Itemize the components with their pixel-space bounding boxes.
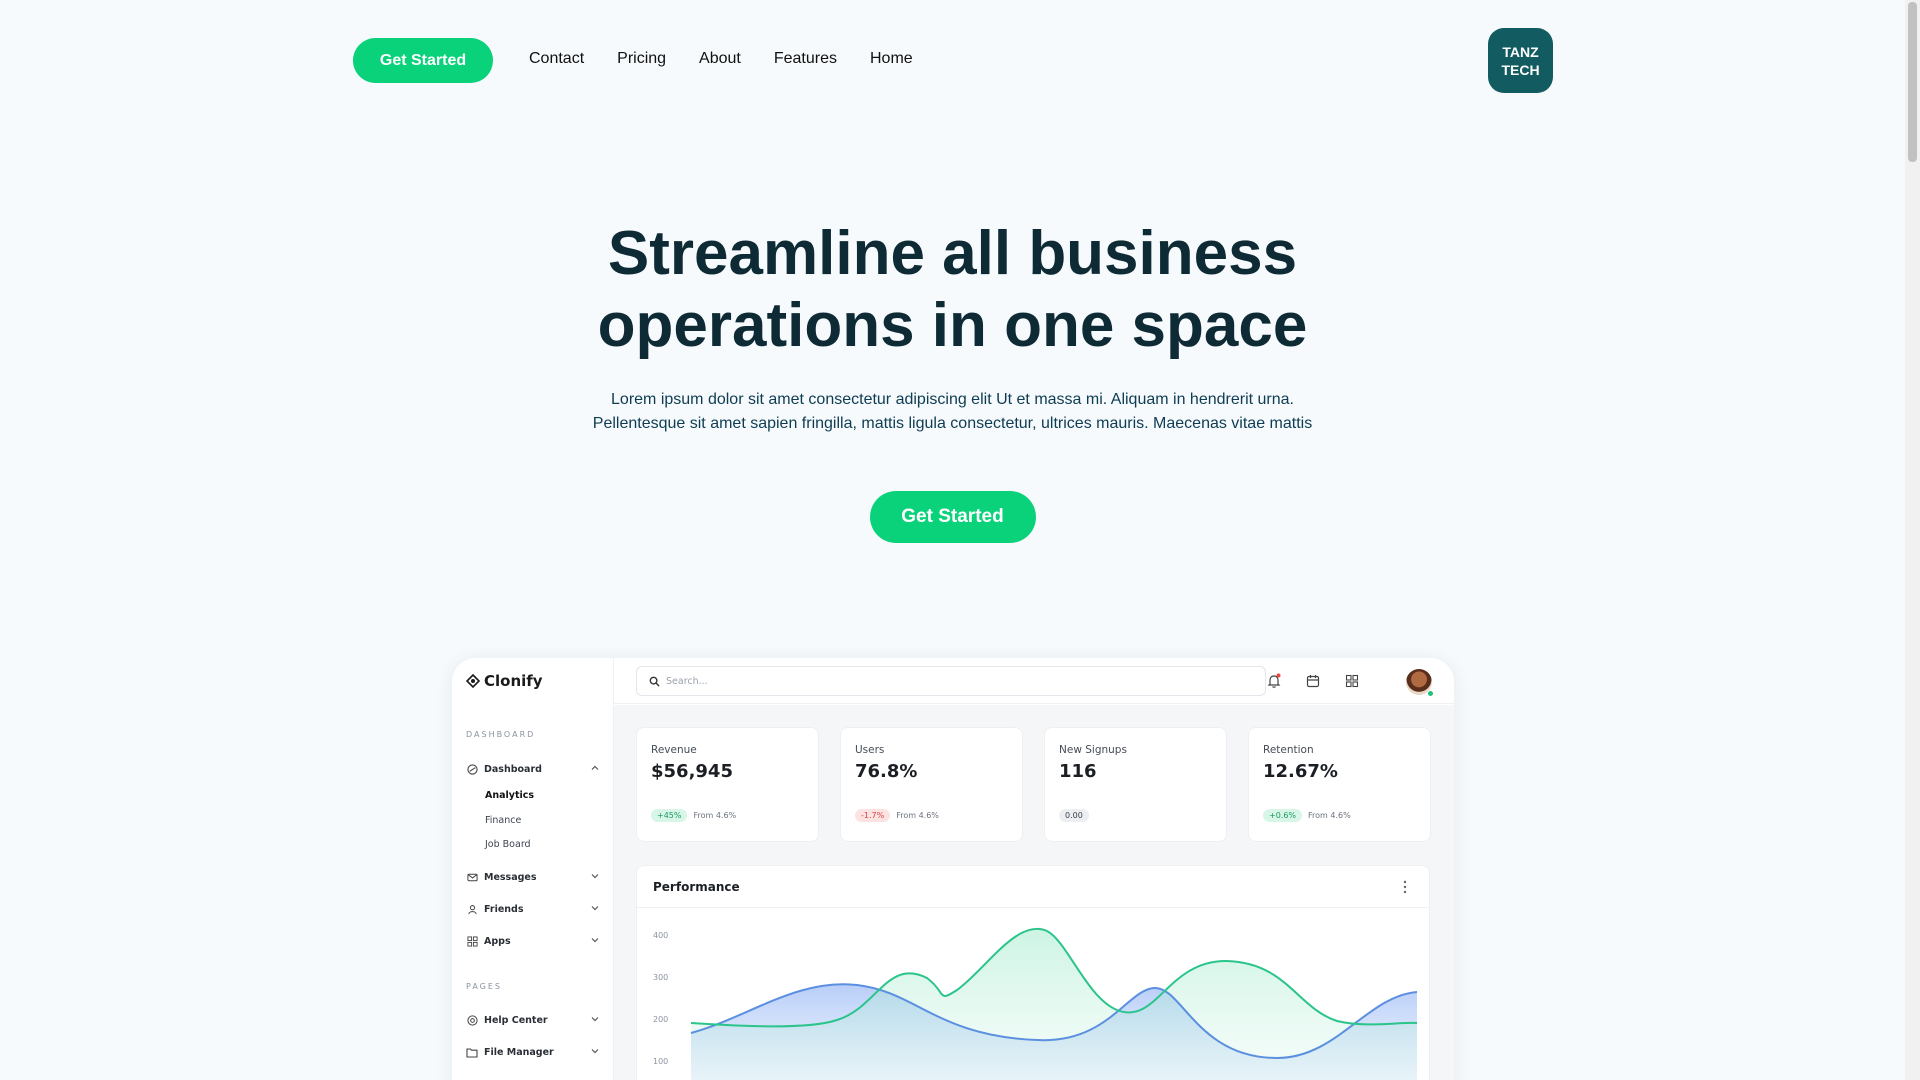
sidebar-subitem-finance[interactable]: Finance [485, 815, 521, 826]
search-input[interactable] [666, 675, 1226, 687]
sidebar-subitem-job-board[interactable]: Job Board [485, 839, 531, 850]
nav-link-pricing[interactable]: Pricing [617, 50, 666, 68]
change-note: From 4.6% [693, 811, 737, 820]
clonify-logo[interactable]: Clonify [466, 672, 543, 690]
change-note: From 4.6% [896, 811, 939, 820]
sidebar-item-file-manager[interactable]: File Manager [466, 1044, 600, 1060]
sidebar-item-label: Dashboard [484, 763, 542, 775]
online-status-dot [1427, 690, 1434, 697]
search-icon [649, 676, 660, 687]
y-tick-100: 100 [653, 1057, 668, 1066]
bell-icon[interactable] [1266, 673, 1282, 689]
performance-chart: 400 300 200 100 [653, 928, 1418, 1080]
card-footer: +0.6% From 4.6% [1263, 809, 1351, 822]
card-label: Users [855, 744, 885, 756]
card-label: Retention [1263, 744, 1314, 756]
search-box[interactable] [636, 666, 1266, 696]
nav-get-started-button[interactable]: Get Started [353, 38, 493, 83]
nav-link-contact[interactable]: Contact [529, 50, 584, 68]
hero-title: Streamline all business operations in on… [597, 219, 1308, 360]
card-value: $56,945 [651, 761, 733, 782]
sidebar-item-label: Friends [484, 903, 524, 915]
nav-links: Contact Pricing About Features Home [529, 50, 913, 68]
section-label-pages: PAGES [466, 982, 502, 991]
user-icon [466, 903, 478, 915]
chevron-down-icon[interactable] [590, 1046, 600, 1056]
sidebar-item-label: Apps [484, 935, 511, 947]
chevron-down-icon[interactable] [590, 935, 600, 945]
sidebar-item-label: Help Center [484, 1014, 548, 1026]
calendar-icon[interactable] [1305, 673, 1321, 689]
nav-link-home[interactable]: Home [870, 50, 913, 68]
card-value: 116 [1059, 761, 1097, 782]
dashboard-icon [466, 763, 478, 775]
sidebar-item-apps[interactable]: Apps [466, 933, 600, 949]
chevron-down-icon[interactable] [590, 903, 600, 913]
scrollbar-thumb[interactable] [1908, 2, 1917, 162]
chevron-down-icon[interactable] [590, 871, 600, 881]
card-label: Revenue [651, 744, 697, 756]
dashboard-main: Revenue $56,945 +45% From 4.6% Users 76.… [614, 705, 1454, 1080]
dashboard-sidebar: Clonify DASHBOARD Dashboard Analytics Fi… [452, 658, 614, 1080]
stat-card-new-signups[interactable]: New Signups 116 0.00 [1044, 727, 1227, 842]
performance-panel: Performance 400 300 200 100 [636, 865, 1430, 1080]
grid-icon[interactable] [1344, 673, 1360, 689]
apps-icon [466, 935, 478, 947]
change-badge: +45% [651, 809, 688, 822]
more-options-icon[interactable] [1403, 880, 1407, 894]
mail-icon [466, 871, 478, 883]
sidebar-item-label: File Manager [484, 1046, 554, 1058]
avatar[interactable] [1406, 669, 1434, 697]
chevron-down-icon[interactable] [590, 1014, 600, 1024]
card-value: 12.67% [1263, 761, 1338, 782]
hero-subtitle: Lorem ipsum dolor sit amet consectetur a… [592, 391, 1313, 432]
hero-get-started-button[interactable]: Get Started [869, 491, 1036, 543]
stat-card-revenue[interactable]: Revenue $56,945 +45% From 4.6% [636, 727, 819, 842]
help-icon [466, 1014, 478, 1026]
stat-card-users[interactable]: Users 76.8% -1.7% From 4.6% [840, 727, 1023, 842]
card-footer: +45% From 4.6% [651, 809, 736, 822]
card-footer: 0.00 [1059, 809, 1089, 822]
top-nav: Get Started Contact Pricing About Featur… [353, 28, 1553, 93]
change-badge: -1.7% [855, 809, 891, 822]
card-label: New Signups [1059, 744, 1127, 756]
nav-link-about[interactable]: About [699, 50, 741, 68]
sidebar-item-label: Messages [484, 871, 537, 883]
change-badge: 0.00 [1059, 809, 1089, 822]
y-tick-300: 300 [653, 973, 668, 982]
brand-logo[interactable]: TANZ TECH [1488, 28, 1553, 93]
y-tick-400: 400 [653, 931, 668, 940]
sidebar-item-messages[interactable]: Messages [466, 869, 600, 885]
sidebar-item-friends[interactable]: Friends [466, 901, 600, 917]
stat-card-retention[interactable]: Retention 12.67% +0.6% From 4.6% [1248, 727, 1431, 842]
performance-title: Performance [637, 866, 1429, 908]
logo-text: Clonify [484, 672, 543, 690]
chevron-up-icon[interactable] [590, 763, 600, 773]
card-footer: -1.7% From 4.6% [855, 809, 939, 822]
sidebar-item-help-center[interactable]: Help Center [466, 1012, 600, 1028]
page-scrollbar[interactable] [1905, 0, 1920, 1080]
folder-icon [466, 1046, 478, 1058]
nav-link-features[interactable]: Features [774, 50, 837, 68]
sidebar-subitem-analytics[interactable]: Analytics [485, 790, 534, 801]
dashboard-preview: Clonify DASHBOARD Dashboard Analytics Fi… [452, 658, 1454, 1080]
change-badge: +0.6% [1263, 809, 1303, 822]
section-label-dashboard: DASHBOARD [466, 730, 536, 739]
card-value: 76.8% [855, 761, 918, 782]
dashboard-topbar [614, 658, 1454, 704]
sidebar-item-dashboard[interactable]: Dashboard [466, 761, 600, 777]
change-note: From 4.6% [1308, 811, 1351, 820]
clonify-logo-icon [466, 674, 480, 688]
hero-section: Streamline all business operations in on… [0, 218, 1905, 543]
y-tick-200: 200 [653, 1015, 668, 1024]
